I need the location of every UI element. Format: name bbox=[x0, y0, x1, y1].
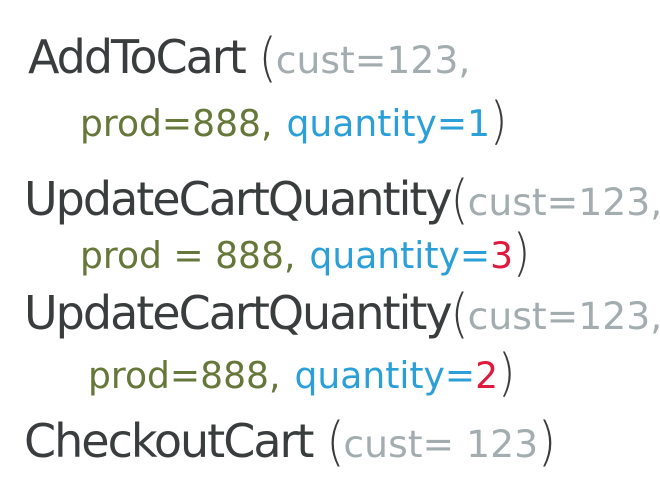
arg-quantity-label: quantity= bbox=[294, 355, 476, 397]
call-add-to-cart-line-2: prod=888, quantity=1) bbox=[80, 96, 507, 147]
arg-prod: prod=888, bbox=[88, 355, 281, 397]
arg-cust: cust= 123 bbox=[343, 422, 539, 466]
arg-quantity-value-changed: 3 bbox=[490, 235, 514, 277]
close-paren: ) bbox=[498, 344, 515, 403]
arg-prod: prod=888, bbox=[80, 103, 273, 145]
call-update-cart-quantity-2-line-1: UpdateCartQuantity(cust=123, bbox=[24, 286, 660, 340]
function-name-checkout-cart: CheckoutCart bbox=[24, 414, 314, 468]
function-name-update-cart-quantity: UpdateCartQuantity bbox=[24, 286, 453, 340]
call-update-cart-quantity-1-line-1: UpdateCartQuantity(cust=123, bbox=[24, 172, 660, 226]
function-name-add-to-cart: AddToCart bbox=[28, 30, 247, 84]
function-name-update-cart-quantity: UpdateCartQuantity bbox=[24, 172, 453, 226]
arg-quantity-value-changed: 2 bbox=[475, 355, 499, 397]
open-paren: ( bbox=[326, 409, 344, 473]
close-paren: ) bbox=[538, 409, 556, 473]
call-checkout-cart-line-1: CheckoutCart (cust= 123) bbox=[24, 414, 556, 468]
close-paren: ) bbox=[513, 224, 530, 283]
arg-quantity-label: quantity= bbox=[286, 103, 468, 145]
close-paren: ) bbox=[490, 92, 507, 151]
arg-quantity-label: quantity= bbox=[309, 235, 491, 277]
arg-prod: prod = 888, bbox=[80, 235, 296, 277]
call-add-to-cart-line-1: AddToCart (cust=123, bbox=[28, 30, 471, 84]
arg-cust: cust=123, bbox=[467, 180, 660, 224]
call-update-cart-quantity-1-line-2: prod = 888, quantity=3) bbox=[80, 228, 530, 279]
open-paren: ( bbox=[450, 281, 469, 345]
call-update-cart-quantity-2-line-2: prod=888, quantity=2) bbox=[88, 348, 515, 399]
whiteboard-canvas: AddToCart (cust=123, prod=888, quantity=1)… bbox=[0, 0, 660, 495]
open-paren: ( bbox=[258, 25, 277, 89]
arg-cust: cust=123, bbox=[467, 294, 660, 338]
arg-quantity-value: 1 bbox=[467, 103, 491, 145]
open-paren: ( bbox=[450, 167, 469, 231]
arg-cust: cust=123, bbox=[275, 38, 471, 82]
